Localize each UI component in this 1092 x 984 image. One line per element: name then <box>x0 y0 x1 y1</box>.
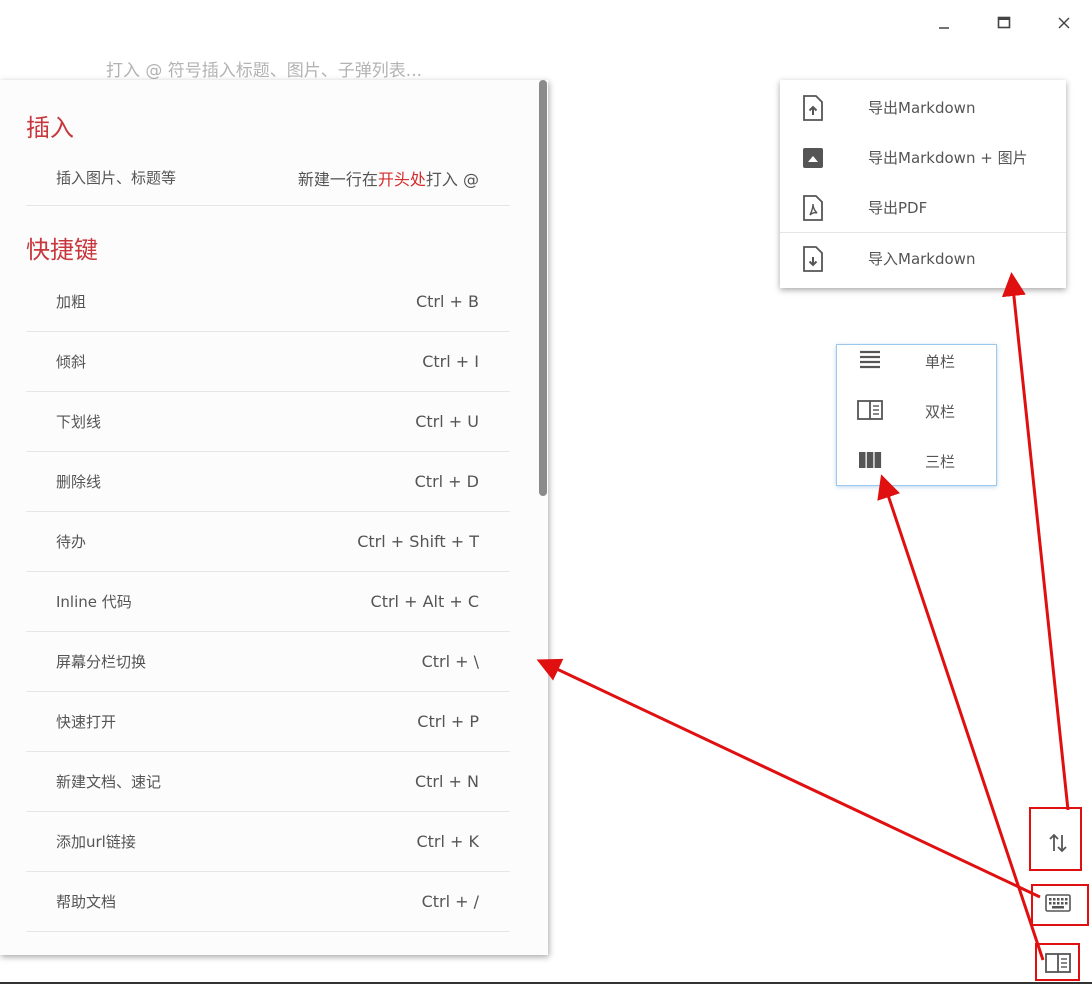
column-layout-menu: 单栏 双栏 三栏 <box>836 344 997 486</box>
shortcut-row: 加粗 Ctrl + B <box>26 272 510 332</box>
close-icon <box>1058 17 1070 29</box>
shortcut-row: 快速打开 Ctrl + P <box>26 692 510 752</box>
annotation-arrow <box>536 658 1041 899</box>
help-scrollbar[interactable] <box>539 80 547 496</box>
shortcut-key: Ctrl + / <box>421 892 479 911</box>
shortcut-key: Ctrl + I <box>422 352 479 371</box>
insert-row: 插入图片、标题等 新建一行在开头处打入 @ <box>26 150 510 206</box>
shortcut-section-title: 快捷键 <box>26 236 98 264</box>
menu-item-label: 导入Markdown <box>868 249 976 268</box>
insert-row-label: 插入图片、标题等 <box>56 169 177 187</box>
annotation-box <box>1031 884 1089 926</box>
shortcut-label: 帮助文档 <box>56 893 117 911</box>
shortcut-label: 倾斜 <box>56 353 87 371</box>
file-upload-icon <box>803 95 823 121</box>
import-markdown-item[interactable]: 导入Markdown <box>780 233 1066 283</box>
file-download-icon <box>803 246 823 272</box>
minimize-icon <box>939 27 949 29</box>
shortcut-label: 添加url链接 <box>56 833 136 851</box>
shortcut-label: 待办 <box>56 533 87 551</box>
shortcut-row: 下划线 Ctrl + U <box>26 392 510 452</box>
shortcut-row: 待办 Ctrl + Shift + T <box>26 512 510 572</box>
shortcut-label: 快速打开 <box>56 713 117 731</box>
annotation-box <box>1029 807 1082 871</box>
menu-item-label: 导出Markdown <box>868 98 976 117</box>
hint-highlight: 开头处 <box>377 169 426 189</box>
annotation-arrow <box>877 474 1045 961</box>
export-markdown-images-item[interactable]: 导出Markdown + 图片 <box>780 132 1066 182</box>
double-column-icon <box>857 400 883 420</box>
shortcut-key: Ctrl + B <box>415 292 479 311</box>
insert-section-title: 插入 <box>26 114 74 142</box>
column-item-label: 三栏 <box>925 453 956 471</box>
hint-suffix: 打入 @ <box>425 169 479 189</box>
shortcut-label: 屏幕分栏切换 <box>56 653 147 671</box>
image-upload-icon <box>803 148 823 168</box>
annotation-box <box>1035 943 1080 981</box>
pdf-file-icon <box>803 195 823 221</box>
export-markdown-item[interactable]: 导出Markdown <box>780 82 1066 132</box>
shortcut-label: 新建文档、速记 <box>56 773 162 791</box>
shortcut-row: 删除线 Ctrl + D <box>26 452 510 512</box>
menu-item-label: 导出Markdown + 图片 <box>868 148 1028 167</box>
hint-prefix: 新建一行在 <box>297 169 378 189</box>
shortcut-row: 新建文档、速记 Ctrl + N <box>26 752 510 812</box>
export-menu: 导出Markdown 导出Markdown + 图片 导出PDF 导入Markd… <box>780 80 1066 288</box>
shortcut-key: Ctrl + P <box>417 712 479 731</box>
double-column-item[interactable]: 双栏 <box>837 387 996 437</box>
shortcut-row: 帮助文档 Ctrl + / <box>26 872 510 932</box>
annotation-arrow <box>1001 272 1070 811</box>
shortcut-list: 加粗 Ctrl + B 倾斜 Ctrl + I 下划线 Ctrl + U 删除线 Ctr… <box>26 272 510 932</box>
shortcut-label: Inline 代码 <box>56 593 132 611</box>
shortcut-row: Inline 代码 Ctrl + Alt + C <box>26 572 510 632</box>
close-button[interactable] <box>1049 8 1079 38</box>
shortcut-row: 屏幕分栏切换 Ctrl + \ <box>26 632 510 692</box>
shortcut-row: 添加url链接 Ctrl + K <box>26 812 510 872</box>
shortcut-key: Ctrl + D <box>414 472 479 491</box>
single-column-item[interactable]: 单栏 <box>837 337 996 387</box>
export-pdf-item[interactable]: 导出PDF <box>780 182 1066 232</box>
shortcut-label: 加粗 <box>56 293 87 311</box>
editor-placeholder[interactable]: 打入 @ 符号插入标题、图片、子弹列表... <box>106 56 422 81</box>
insert-row-hint: 新建一行在开头处打入 @ <box>298 166 479 190</box>
shortcut-row: 倾斜 Ctrl + I <box>26 332 510 392</box>
maximize-button[interactable] <box>989 8 1019 38</box>
maximize-icon <box>997 16 1011 29</box>
column-item-label: 单栏 <box>925 353 956 371</box>
shortcut-key: Ctrl + Alt + C <box>370 592 479 611</box>
shortcut-key: Ctrl + K <box>416 832 479 851</box>
shortcut-key: Ctrl + \ <box>421 652 479 671</box>
triple-column-item[interactable]: 三栏 <box>837 437 996 487</box>
shortcut-key: Ctrl + N <box>414 772 479 791</box>
shortcut-label: 下划线 <box>56 413 102 431</box>
menu-item-label: 导出PDF <box>868 198 928 217</box>
help-panel: 插入 插入图片、标题等 新建一行在开头处打入 @ 快捷键 加粗 Ctrl + B … <box>0 80 548 955</box>
shortcut-key: Ctrl + U <box>415 412 479 431</box>
minimize-button[interactable] <box>929 8 959 38</box>
single-column-icon <box>860 350 880 369</box>
shortcut-key: Ctrl + Shift + T <box>357 532 479 551</box>
shortcut-label: 删除线 <box>56 473 102 491</box>
column-item-label: 双栏 <box>925 403 956 421</box>
triple-column-icon <box>859 452 882 468</box>
